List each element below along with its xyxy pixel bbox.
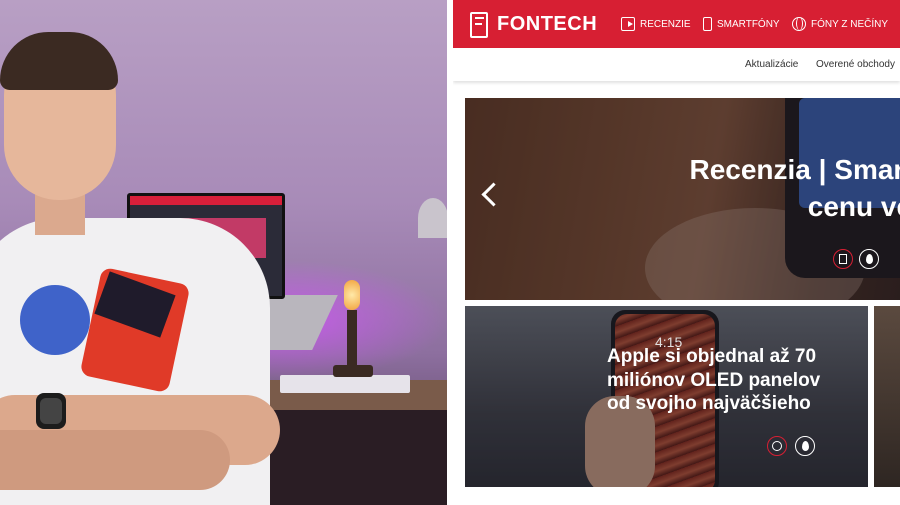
article-title-line1: Apple si objednal až 70	[607, 346, 817, 367]
wrist-watch	[36, 393, 66, 429]
laptop-screen-header	[130, 196, 282, 205]
article-title-line2: miliónov OLED panelov	[607, 369, 821, 391]
trending-badge-icon[interactable]	[859, 249, 879, 269]
desk-lamp	[418, 198, 447, 238]
nav-item-fony-z-neciny[interactable]: FÓNY Z NEČÍNY	[792, 0, 888, 48]
flame-icon	[801, 441, 809, 451]
globe-icon	[792, 17, 806, 31]
hero-title-line1: Recenzia | Smartwatch	[689, 154, 900, 185]
article-title-line3: od svojho najväčšieho	[607, 393, 811, 414]
shirt-print-blue	[20, 285, 90, 355]
review-icon	[621, 17, 635, 31]
subnav-aktualizacie[interactable]: Aktualizácie	[745, 59, 798, 70]
site-brand: FONTECH	[497, 13, 598, 35]
hair	[0, 32, 118, 90]
subnav-overene-obchody[interactable]: Overené obchody	[816, 59, 895, 70]
nav-item-smartfony[interactable]: SMARTFÓNY	[703, 0, 780, 48]
trending-badge-icon[interactable]	[795, 436, 815, 456]
flame-icon	[865, 254, 873, 264]
logo-mark-icon	[470, 11, 488, 38]
lamp-pipe	[347, 310, 357, 372]
nav-item-recenzie[interactable]: RECENZIE	[621, 0, 691, 48]
article-card-partial[interactable]	[874, 306, 900, 487]
smartphone-icon	[703, 17, 712, 31]
hero-slider[interactable]: Recenzia | Smartwatch cenu večere v	[465, 98, 900, 300]
site-logo[interactable]: FONTECH	[470, 11, 597, 38]
nav-label: SMARTFÓNY	[717, 18, 780, 30]
author-photo	[0, 0, 447, 505]
edison-bulb	[344, 280, 360, 310]
crossed-arm-bottom	[0, 430, 230, 490]
hero-title-line2: cenu večere v	[807, 191, 900, 222]
review-badge-icon[interactable]	[833, 249, 853, 269]
header-bar: FONTECH RECENZIE SMARTFÓNY FÓNY Z NEČÍNY	[453, 0, 900, 48]
nav-label: FÓNY Z NEČÍNY	[811, 18, 889, 30]
website-screenshot: FONTECH RECENZIE SMARTFÓNY FÓNY Z NEČÍNY…	[453, 0, 900, 505]
article-card[interactable]: 4:15 Apple si objednal až 70 miliónov OL…	[465, 306, 868, 487]
globe-icon	[772, 441, 782, 451]
article-title[interactable]: Apple si objednal až 70 miliónov OLED pa…	[607, 345, 867, 416]
nav-label: RECENZIE	[640, 18, 691, 30]
lamp-foot	[333, 365, 373, 377]
category-badge-icon[interactable]	[767, 436, 787, 456]
watch-face	[40, 398, 62, 424]
review-icon	[839, 254, 847, 264]
keyboard	[280, 375, 410, 393]
sub-navigation: Aktualizácie Overené obchody	[453, 48, 900, 81]
